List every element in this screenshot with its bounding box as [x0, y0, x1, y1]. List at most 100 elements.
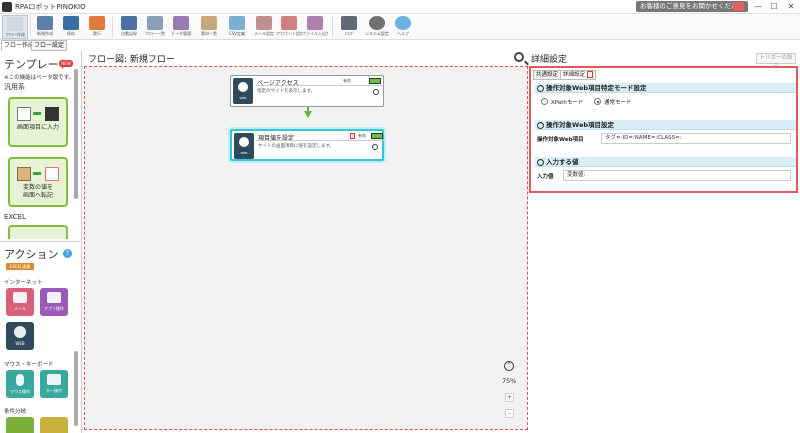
file-io-icon — [307, 16, 323, 30]
target-item-row: 操作対象Web項目 タグ=:ID=:NAME=:CLASS=: — [535, 130, 796, 148]
mail-icon[interactable] — [733, 2, 744, 11]
template-scrollbar[interactable] — [74, 69, 78, 199]
flow-create-button[interactable]: フロー作成 — [2, 15, 28, 39]
node-enabled-label: 有効 — [343, 78, 351, 83]
help-button[interactable]: ヘルプ — [390, 15, 416, 39]
new-badge: NEW — [59, 60, 73, 67]
node-enabled-toggle[interactable] — [371, 133, 383, 139]
template-card-input[interactable]: 画面項目に入力 — [8, 97, 68, 147]
action-scrollbar[interactable] — [74, 351, 78, 426]
maximize-button[interactable]: ☐ — [767, 0, 781, 14]
zoom-in-button[interactable]: + — [505, 393, 514, 402]
template-transfer-icon — [15, 167, 61, 181]
node-divider — [255, 85, 383, 86]
mail-icon — [13, 292, 27, 303]
file-io-button[interactable]: ファイル入出力 — [302, 15, 328, 39]
save-button[interactable]: 保存 — [58, 15, 84, 39]
details-title: 詳細設定 — [531, 55, 568, 65]
globe-icon — [14, 326, 26, 338]
flow-title: フロー図: 新規フロー — [88, 55, 175, 65]
details-panel: 共通設定 詳細設定! ^ 操作対象Web項目特定モード設定 XPathモード 通常… — [529, 66, 798, 193]
flow-arrow-icon — [304, 111, 312, 118]
action-mouse[interactable]: マウス操作 — [6, 370, 34, 398]
input-value-row: 入力値 変数値: — [535, 167, 796, 185]
ribbon-divider — [30, 17, 31, 37]
action-condition-1[interactable] — [6, 417, 34, 433]
flow-node-page-access[interactable]: WEB ページアクセス 有効 指定のサイトを表示します。 — [230, 75, 384, 107]
tab-detail-settings[interactable]: 詳細設定! — [560, 70, 597, 80]
node-warning-icon: ! — [350, 133, 355, 139]
close-button[interactable]: ✕ — [784, 0, 798, 14]
target-item-field[interactable]: タグ=:ID=:NAME=:CLASS=: — [601, 133, 791, 144]
log-button[interactable]: ログ — [336, 15, 362, 39]
mail-settings-button[interactable]: メール設定 — [251, 15, 277, 39]
xpath-mode-radio[interactable] — [541, 98, 548, 105]
excel-category: EXCEL — [4, 213, 26, 221]
account-settings-button[interactable]: アカウント設定 — [276, 15, 302, 39]
left-sidebar: テンプレート NEW ※この機能はベータ版です。 汎用系 画面項目に入力 変数の… — [0, 51, 82, 433]
collapse-icon: ^ — [537, 158, 544, 166]
envelope-icon — [256, 16, 272, 30]
feedback-button[interactable]: お客様のご意見をお聞かせください — [636, 1, 748, 12]
new-button[interactable]: 新規作成 — [32, 15, 58, 39]
node-description: 指定のサイトを表示します。 — [257, 89, 316, 94]
record-icon — [121, 16, 137, 30]
flow-canvas[interactable]: WEB ページアクセス 有効 指定のサイトを表示します。 WEB 項目値を設定 … — [84, 66, 528, 430]
node-enabled-toggle[interactable] — [369, 78, 381, 84]
input-value-field[interactable]: 変数値: — [563, 170, 791, 181]
action-app[interactable]: アプリ操作 — [40, 288, 68, 316]
zoom-level: 75% — [502, 377, 517, 385]
ribbon-divider — [332, 17, 333, 37]
box-icon — [201, 16, 217, 30]
app-window-icon — [47, 292, 61, 303]
scroll-up-icon[interactable]: ^ — [504, 361, 514, 371]
sidebar-divider — [0, 241, 80, 242]
data-manage-button[interactable]: データ管理 — [168, 15, 194, 39]
auto-record-button[interactable]: 自動記録 — [116, 15, 142, 39]
action-mail[interactable]: メール — [6, 288, 34, 316]
materials-button[interactable]: 素材一覧 — [196, 15, 222, 39]
trigger-settings-button[interactable]: トリガーの設定 — [756, 53, 796, 70]
run-button[interactable]: 実行 — [84, 15, 110, 39]
log-icon — [341, 16, 357, 30]
flow-node-set-value[interactable]: WEB 項目値を設定 ! 有効 サイトの画面項目に値を設定します。 — [230, 129, 384, 161]
action-keyboard[interactable]: キー操作 — [40, 370, 68, 398]
template-card-transfer[interactable]: 変数の値を 画面へ転記 — [8, 157, 68, 207]
template-card-excel[interactable] — [8, 225, 68, 239]
section-header[interactable]: ^ 操作対象Web項目設定 — [535, 120, 796, 130]
action-condition-2[interactable] — [40, 417, 68, 433]
template-card-label: 画面項目に入力 — [16, 124, 59, 131]
tab-common-settings[interactable]: 共通設定 — [533, 70, 562, 80]
normal-mode-label: 通常モード — [604, 100, 632, 106]
input-value-label: 入力値 — [537, 174, 554, 180]
app-title: RPAロボットPINOKIO — [15, 3, 86, 11]
node-expand-icon[interactable] — [373, 89, 379, 95]
flow-create-icon — [7, 17, 23, 31]
zoom-out-button[interactable]: - — [505, 409, 514, 418]
section-header[interactable]: ^ 入力する値 — [535, 157, 796, 167]
globe-icon — [239, 137, 249, 147]
flow-list-button[interactable]: フロー一覧 — [142, 15, 168, 39]
ribbon-divider — [112, 17, 113, 37]
csv-button[interactable]: CSV定義 — [224, 15, 250, 39]
section-header[interactable]: ^ 操作対象Web項目特定モード設定 — [535, 83, 796, 93]
mouse-keyboard-category: マウス・キーボード — [4, 362, 54, 368]
search-icon[interactable] — [514, 52, 524, 62]
list-icon — [147, 16, 163, 30]
node-expand-icon[interactable] — [372, 144, 378, 150]
normal-mode-radio[interactable] — [594, 98, 601, 105]
globe-icon — [238, 82, 248, 92]
action-help-icon[interactable]: ? — [63, 249, 72, 258]
target-item-label: 操作対象Web項目 — [537, 137, 584, 143]
play-icon — [89, 16, 105, 30]
minimize-button[interactable]: — — [751, 0, 765, 14]
mode-radio-group: XPathモード 通常モード — [535, 93, 796, 111]
action-web[interactable]: WEB — [6, 322, 34, 350]
title-bar: RPAロボットPINOKIO お客様のご意見をお聞かせください — ☐ ✕ — [0, 0, 800, 14]
condition-category: 条件分岐 — [4, 409, 27, 415]
tab-flow-settings[interactable]: フロー設定 — [31, 40, 68, 51]
system-settings-button[interactable]: システム設定 — [364, 15, 390, 39]
action-title: アクション — [4, 248, 59, 261]
toolbar-ribbon: フロー作成 新規作成 保存 実行 自動記録 フロー一覧 データ管理 素材一覧 C… — [0, 14, 800, 40]
node-description: サイトの画面項目に値を設定します。 — [258, 144, 335, 149]
